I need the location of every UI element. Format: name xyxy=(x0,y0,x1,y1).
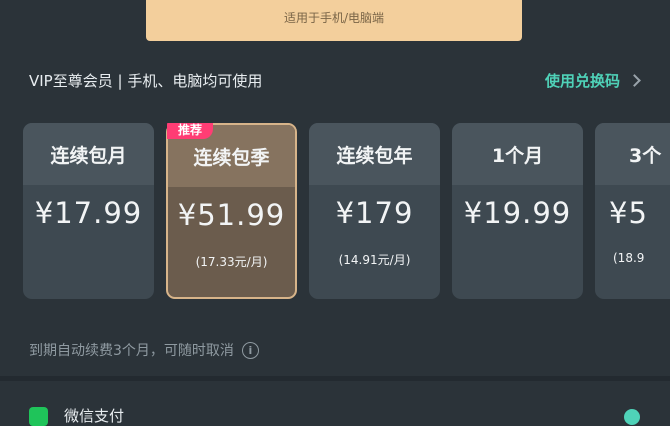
plan-card-quarterly-auto[interactable]: 连续包季 ¥51.99 (17.33元/月) xyxy=(166,123,297,299)
recommend-badge: 推荐 xyxy=(167,123,213,139)
payment-radio[interactable] xyxy=(624,409,640,425)
plan-monthly-rate: (14.91元/月) xyxy=(338,253,411,267)
plan-card-three-months[interactable]: 3个 ¥5 (18.9 xyxy=(595,123,670,299)
plan-name: 连续包年 xyxy=(309,123,440,185)
payment-method-row[interactable]: 微信支付 xyxy=(0,381,670,426)
plan-card-monthly-auto[interactable]: 连续包月 ¥17.99 xyxy=(23,123,154,299)
auto-renew-text: 到期自动续费3个月，可随时取消 xyxy=(29,343,234,359)
plan-price: ¥51.99 xyxy=(177,198,286,232)
plan-name: 连续包月 xyxy=(23,123,154,185)
plan-price: ¥179 xyxy=(335,196,414,230)
plan-card-one-month[interactable]: 1个月 ¥19.99 xyxy=(452,123,583,299)
plan-monthly-rate: (17.33元/月) xyxy=(195,255,268,269)
vip-header-row: VIP至尊会员 | 手机、电脑均可使用 使用兑换码 xyxy=(29,67,643,93)
plan-price: ¥17.99 xyxy=(34,196,143,230)
plan-monthly-rate: (18.9 xyxy=(613,251,645,265)
wechat-pay-icon xyxy=(29,407,48,426)
plan-price: ¥5 xyxy=(609,196,648,230)
plan-card-yearly-auto[interactable]: 连续包年 ¥179 (14.91元/月) xyxy=(309,123,440,299)
plan-price: ¥19.99 xyxy=(463,196,572,230)
banner-note: 适用于手机/电脑端 xyxy=(283,11,385,25)
plan-name: 3个 xyxy=(595,123,670,185)
auto-renew-note: 到期自动续费3个月，可随时取消 i xyxy=(29,340,259,360)
info-icon[interactable]: i xyxy=(241,341,259,359)
redeem-code-link[interactable]: 使用兑换码 xyxy=(545,70,643,91)
payment-method-label: 微信支付 xyxy=(64,407,125,425)
chevron-right-icon xyxy=(628,73,641,87)
vip-title: VIP至尊会员 | 手机、电脑均可使用 xyxy=(29,71,263,90)
plan-carousel[interactable]: 连续包月 ¥17.99 连续包季 ¥51.99 (17.33元/月) 推荐 连续… xyxy=(0,123,670,301)
plan-name: 1个月 xyxy=(452,123,583,185)
top-banner: 适用于手机/电脑端 xyxy=(146,0,522,41)
redeem-code-label: 使用兑换码 xyxy=(544,71,620,90)
